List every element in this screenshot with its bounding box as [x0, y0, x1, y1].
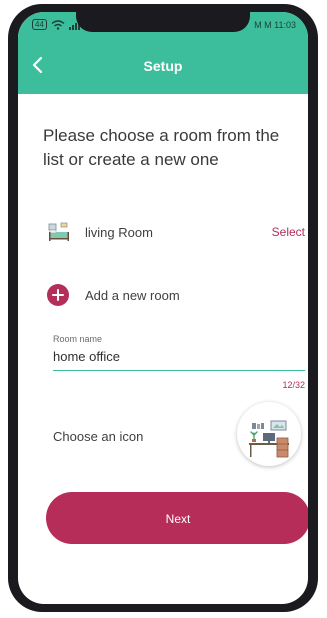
- bed-icon: [48, 222, 69, 241]
- room-name-input[interactable]: [53, 346, 305, 366]
- camera-notch: [76, 12, 250, 32]
- add-room-button[interactable]: Add a new room: [43, 280, 243, 310]
- instruction-text: Please choose a room from the list or cr…: [43, 126, 280, 169]
- room-name-underline: [53, 370, 305, 371]
- add-room-circle: [47, 284, 69, 306]
- select-room-button[interactable]: Select: [272, 225, 305, 239]
- room-name: living Room: [85, 225, 153, 240]
- app-bar: Setup: [18, 40, 308, 94]
- status-left: 44: [32, 19, 81, 30]
- battery-badge: 44: [32, 19, 47, 30]
- room-name-field: Room name: [53, 334, 305, 378]
- character-counter: 12/32: [282, 380, 305, 390]
- icon-picker-button[interactable]: [237, 402, 301, 466]
- next-button[interactable]: Next: [46, 492, 308, 544]
- plus-icon: [52, 289, 64, 301]
- wifi-icon: [51, 19, 65, 30]
- status-time: M M 11:03: [254, 20, 296, 30]
- status-right: M M 11:03: [254, 20, 296, 30]
- page-title: Setup: [143, 58, 183, 74]
- home-office-desk-icon: [249, 420, 289, 458]
- screen: 44 M M 11:03 Setup Please choose a room …: [18, 12, 308, 604]
- room-list-item: living Room Select: [43, 218, 305, 248]
- choose-icon-label: Choose an icon: [53, 429, 144, 444]
- room-name-label: Room name: [53, 334, 103, 344]
- add-room-label: Add a new room: [85, 288, 180, 303]
- phone-frame: 44 M M 11:03 Setup Please choose a room …: [8, 4, 318, 612]
